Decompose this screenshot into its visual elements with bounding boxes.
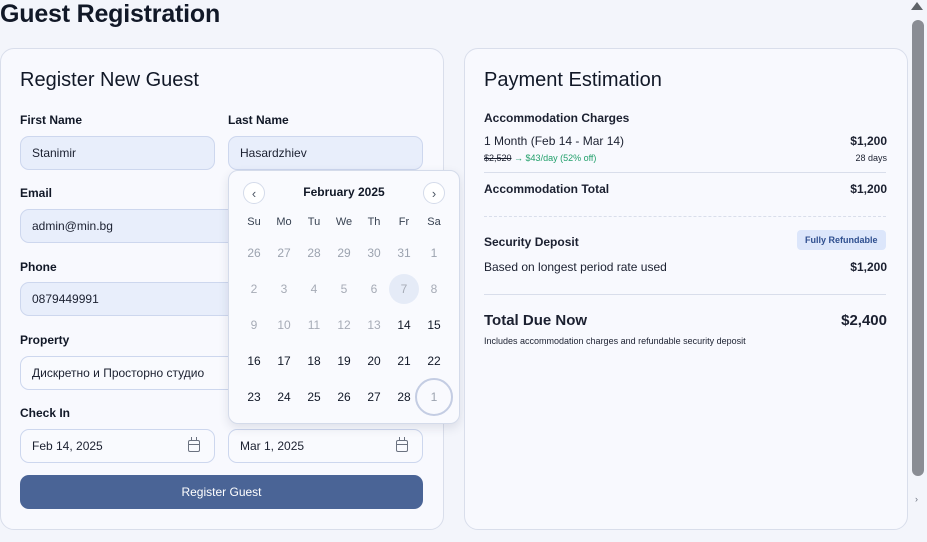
- weekday-label: Tu: [307, 216, 321, 228]
- accommodation-heading: Accommodation Charges: [484, 111, 630, 125]
- calendar-day: 28: [307, 246, 321, 260]
- chevron-right-icon[interactable]: ›: [423, 182, 445, 204]
- calendar-day[interactable]: 20: [359, 343, 389, 379]
- weekday-label: Sa: [427, 216, 441, 228]
- period-label: 1 Month (Feb 14 - Mar 14): [484, 134, 625, 148]
- calendar-day: 30: [367, 246, 381, 260]
- register-guest-button[interactable]: Register Guest: [20, 475, 423, 509]
- payment-estimation-title: Payment Estimation: [484, 69, 662, 91]
- last-name-label: Last Name: [228, 113, 289, 127]
- total-note: Includes accommodation charges and refun…: [484, 336, 746, 346]
- weekday-label: Fr: [398, 216, 410, 228]
- calendar-day[interactable]: 14: [389, 307, 419, 343]
- calendar-day-selected[interactable]: 1: [415, 378, 453, 416]
- calendar-day[interactable]: 26: [329, 379, 359, 415]
- calendar-day[interactable]: 27: [359, 379, 389, 415]
- divider: [484, 216, 886, 217]
- accommodation-total-label: Accommodation Total: [484, 182, 610, 196]
- calendar-day-today: 7: [389, 271, 419, 307]
- calendar-week: 2 3 4 5 6 7 8: [239, 271, 449, 307]
- calendar-day[interactable]: 23: [239, 379, 269, 415]
- total-due-amount: $2,400: [841, 312, 887, 329]
- phone-label: Phone: [20, 260, 57, 274]
- total-due-label: Total Due Now: [484, 312, 588, 329]
- calendar-day: 6: [370, 282, 378, 296]
- calendar-day: 1: [430, 246, 438, 260]
- accommodation-total-amount: $1,200: [850, 182, 887, 196]
- date-picker-popup: ‹ February 2025 › Su Mo Tu We Th Fr Sa 2…: [228, 170, 460, 424]
- calendar-day: 2: [250, 282, 258, 296]
- calendar-day[interactable]: 17: [269, 343, 299, 379]
- check-out-input[interactable]: Mar 1, 2025: [228, 429, 423, 463]
- scrollbar-thumb[interactable]: [912, 20, 924, 476]
- days-count: 28 days: [855, 153, 887, 163]
- calendar-day: 11: [307, 318, 321, 332]
- calendar-day: 31: [397, 246, 411, 260]
- first-name-label: First Name: [20, 113, 83, 127]
- calendar-day[interactable]: 16: [239, 343, 269, 379]
- calendar-day[interactable]: 15: [419, 307, 449, 343]
- calendar-day: 5: [340, 282, 348, 296]
- last-name-input[interactable]: Hasardzhiev: [228, 136, 423, 170]
- property-label: Property: [20, 333, 70, 347]
- calendar-day: 8: [430, 282, 438, 296]
- calendar-weekday-row: Su Mo Tu We Th Fr Sa: [239, 209, 449, 235]
- calendar-day[interactable]: 25: [299, 379, 329, 415]
- divider: [484, 172, 886, 173]
- weekday-label: Mo: [276, 216, 292, 228]
- calendar-grid: Su Mo Tu We Th Fr Sa 26 27 28 29 30 31 1…: [239, 209, 453, 416]
- refundable-badge: Fully Refundable: [797, 230, 886, 250]
- calendar-icon[interactable]: [396, 437, 408, 452]
- check-in-input[interactable]: Feb 14, 2025: [20, 429, 215, 463]
- page-title: Guest Registration: [0, 0, 221, 28]
- calendar-icon[interactable]: [188, 437, 200, 452]
- calendar-day: 26: [247, 246, 261, 260]
- calendar-week: 9 10 11 12 13 14 15: [239, 307, 449, 343]
- discounted-rate: → $43/day (52% off): [514, 153, 597, 163]
- weekday-label: We: [335, 216, 353, 228]
- scroll-up-arrow-icon[interactable]: [911, 2, 923, 10]
- calendar-day: 3: [280, 282, 288, 296]
- calendar-day: 27: [277, 246, 291, 260]
- first-name-input[interactable]: Stanimir: [20, 136, 215, 170]
- divider: [484, 294, 886, 295]
- scroll-right-arrow-icon[interactable]: ›: [915, 494, 918, 504]
- calendar-day: 13: [367, 318, 381, 332]
- calendar-day[interactable]: 22: [419, 343, 449, 379]
- calendar-day[interactable]: 18: [299, 343, 329, 379]
- register-guest-title: Register New Guest: [20, 69, 199, 91]
- weekday-label: Th: [367, 216, 381, 228]
- calendar-week: 26 27 28 29 30 31 1: [239, 235, 449, 271]
- calendar-week: 23 24 25 26 27 28 1: [239, 378, 453, 416]
- calendar-week: 16 17 18 19 20 21 22: [239, 343, 449, 379]
- period-amount: $1,200: [850, 134, 887, 148]
- rate-line: $2,520 → $43/day (52% off): [484, 153, 596, 163]
- calendar-day: 12: [337, 318, 351, 332]
- check-in-value: Feb 14, 2025: [32, 439, 103, 453]
- old-rate: $2,520: [484, 153, 512, 163]
- check-in-label: Check In: [20, 406, 71, 420]
- calendar-day: 4: [310, 282, 318, 296]
- deposit-note: Based on longest period rate used: [484, 260, 667, 274]
- calendar-day: 9: [250, 318, 258, 332]
- deposit-label: Security Deposit: [484, 235, 579, 249]
- weekday-label: Su: [247, 216, 261, 228]
- calendar-day[interactable]: 19: [329, 343, 359, 379]
- calendar-day[interactable]: 24: [269, 379, 299, 415]
- check-out-value: Mar 1, 2025: [240, 439, 305, 453]
- email-label: Email: [20, 186, 53, 200]
- calendar-day: 29: [337, 246, 351, 260]
- calendar-day[interactable]: 21: [389, 343, 419, 379]
- deposit-amount: $1,200: [850, 260, 887, 274]
- calendar-day: 10: [277, 318, 291, 332]
